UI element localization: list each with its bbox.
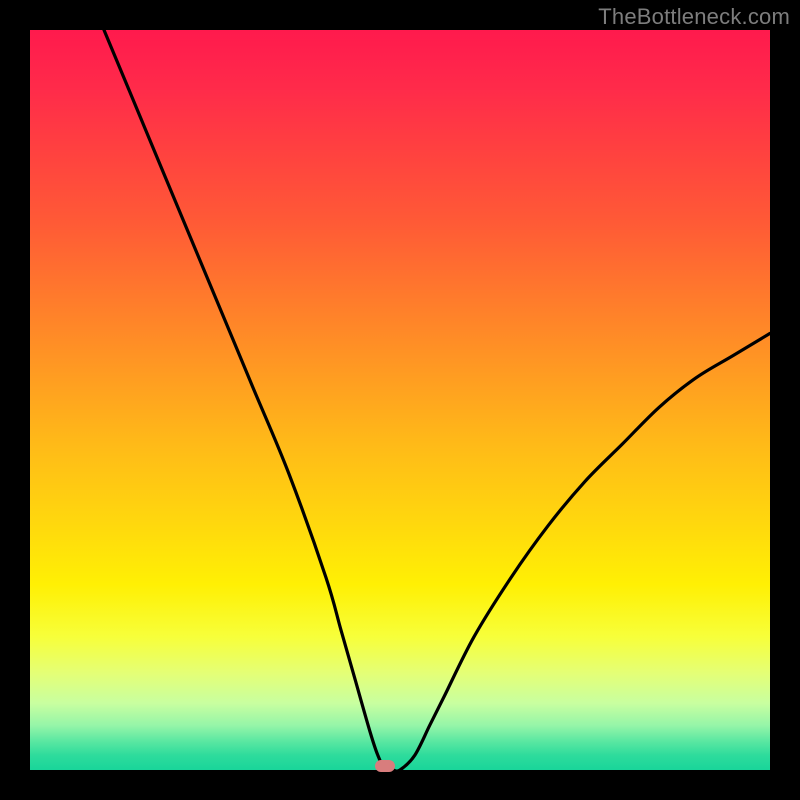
bottleneck-curve: [30, 30, 770, 770]
optimum-marker: [375, 760, 395, 772]
chart-frame: TheBottleneck.com: [0, 0, 800, 800]
plot-area: [30, 30, 770, 770]
watermark-text: TheBottleneck.com: [598, 4, 790, 30]
